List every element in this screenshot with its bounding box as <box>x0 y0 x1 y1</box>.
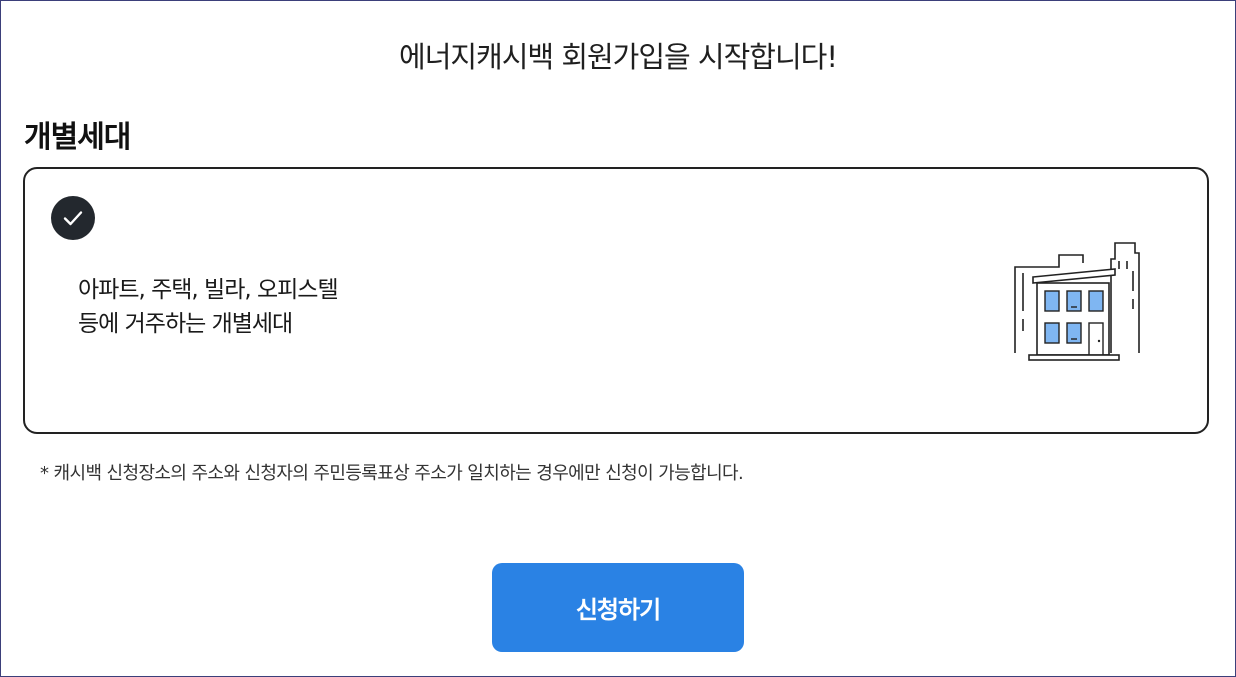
apply-button[interactable]: 신청하기 <box>492 563 744 652</box>
option-description: 아파트, 주택, 빌라, 오피스텔 등에 거주하는 개별세대 <box>78 273 339 341</box>
eligibility-note: * 캐시백 신청장소의 주소와 신청자의 주민등록표상 주소가 일치하는 경우에… <box>40 463 744 484</box>
individual-household-option-card[interactable]: 아파트, 주택, 빌라, 오피스텔 등에 거주하는 개별세대 <box>23 167 1209 434</box>
option-description-line1: 아파트, 주택, 빌라, 오피스텔 <box>78 277 339 303</box>
check-icon <box>51 196 95 240</box>
section-title: 개별세대 <box>24 120 131 155</box>
option-description-line2: 등에 거주하는 개별세대 <box>78 311 293 337</box>
page-title: 에너지캐시백 회원가입을 시작합니다! <box>399 40 838 74</box>
building-icon <box>1014 242 1140 361</box>
